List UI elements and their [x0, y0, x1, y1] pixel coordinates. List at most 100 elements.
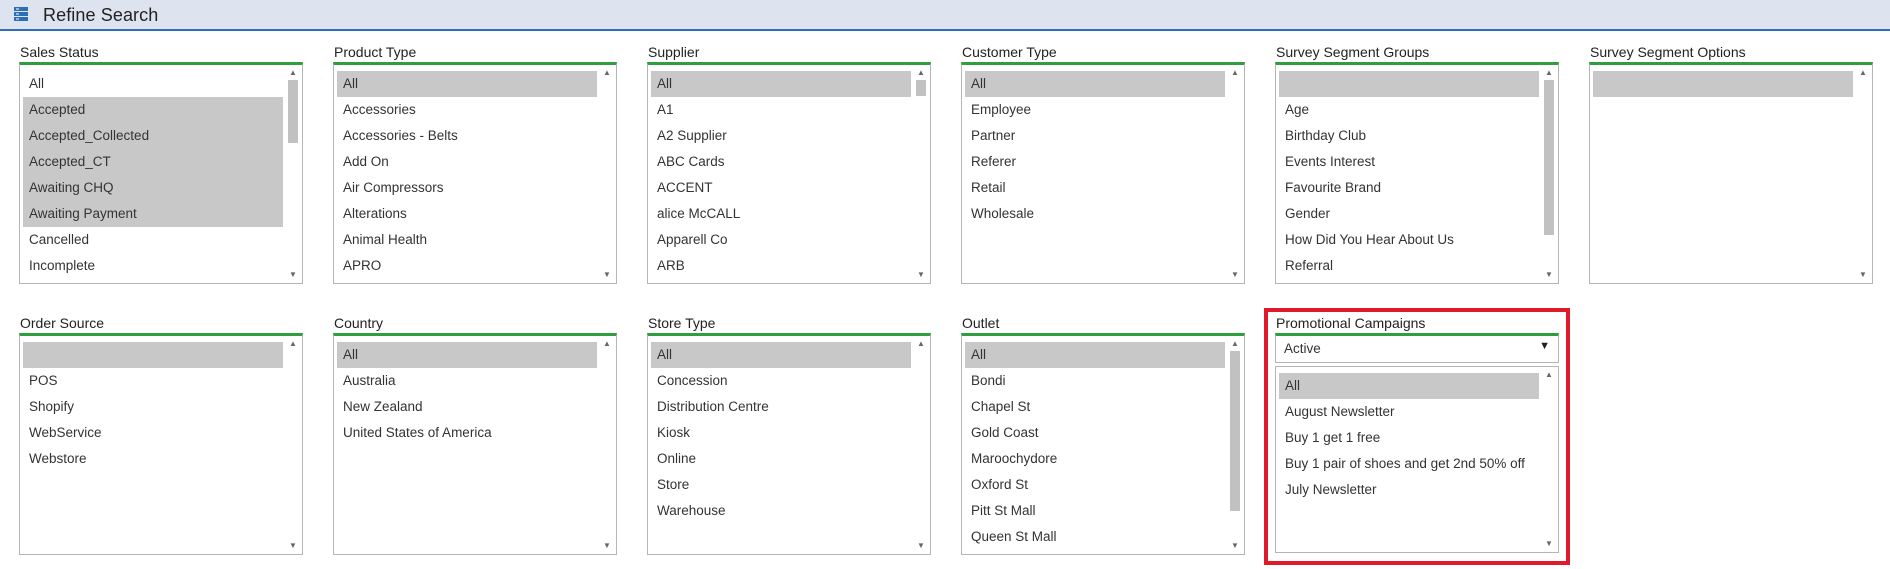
- list-option[interactable]: ABC Cards: [651, 149, 911, 175]
- list-option[interactable]: Add On: [337, 149, 597, 175]
- country-listbox[interactable]: All Australia New Zealand United States of …: [333, 333, 617, 555]
- scroll-up-icon[interactable]: ▲: [1228, 338, 1242, 350]
- scroll-up-icon[interactable]: ▲: [914, 338, 928, 350]
- list-option[interactable]: A1: [651, 97, 911, 123]
- order-source-listbox[interactable]: POS Shopify WebService Webstore ▲ ▼: [19, 333, 303, 555]
- list-option[interactable]: Apparell Co: [651, 227, 911, 253]
- scrollbar-track[interactable]: [1230, 351, 1240, 539]
- list-option[interactable]: Accepted: [23, 97, 283, 123]
- list-option[interactable]: All: [965, 342, 1225, 368]
- list-option[interactable]: Air Compressors: [337, 175, 597, 201]
- list-option[interactable]: August Newsletter: [1279, 399, 1539, 425]
- scroll-down-icon[interactable]: ▼: [600, 540, 614, 552]
- list-option[interactable]: Incomplete: [23, 253, 283, 279]
- list-option[interactable]: Australia: [337, 368, 597, 394]
- sales-status-listbox[interactable]: All Accepted Accepted_Collected Accepted_CT…: [19, 62, 303, 284]
- scrollbar-thumb[interactable]: [1230, 351, 1240, 511]
- scroll-down-icon[interactable]: ▼: [1228, 540, 1242, 552]
- list-option[interactable]: Referral: [1279, 253, 1539, 279]
- scrollbar-track[interactable]: [602, 351, 612, 539]
- list-option[interactable]: Accepted_CT: [23, 149, 283, 175]
- scrollbar[interactable]: ▲ ▼: [600, 338, 614, 552]
- promotional-campaigns-listbox[interactable]: All August Newsletter Buy 1 get 1 free Buy …: [1275, 366, 1559, 553]
- list-option[interactable]: Employee: [965, 97, 1225, 123]
- scrollbar[interactable]: ▲ ▼: [286, 67, 300, 281]
- scrollbar-track[interactable]: [916, 351, 926, 539]
- survey-segment-options-listbox[interactable]: ▲ ▼: [1589, 62, 1873, 284]
- list-option[interactable]: Partner: [965, 123, 1225, 149]
- scroll-up-icon[interactable]: ▲: [914, 67, 928, 79]
- scroll-down-icon[interactable]: ▼: [1856, 269, 1870, 281]
- list-option[interactable]: Store: [651, 472, 911, 498]
- list-option[interactable]: Queen St Mall: [965, 524, 1225, 550]
- scrollbar-track[interactable]: [1858, 80, 1868, 268]
- list-option[interactable]: All: [965, 71, 1225, 97]
- scrollbar[interactable]: ▲ ▼: [600, 67, 614, 281]
- list-option[interactable]: Alterations: [337, 201, 597, 227]
- list-option[interactable]: Oxford St: [965, 472, 1225, 498]
- scroll-up-icon[interactable]: ▲: [1228, 67, 1242, 79]
- list-option[interactable]: ACCENT: [651, 175, 911, 201]
- list-option[interactable]: Maroochydore: [965, 446, 1225, 472]
- scrollbar[interactable]: ▲ ▼: [1856, 67, 1870, 281]
- scroll-down-icon[interactable]: ▼: [1542, 269, 1556, 281]
- scroll-up-icon[interactable]: ▲: [286, 338, 300, 350]
- scroll-down-icon[interactable]: ▼: [600, 269, 614, 281]
- scrollbar-track[interactable]: [1544, 80, 1554, 268]
- scroll-up-icon[interactable]: ▲: [600, 338, 614, 350]
- list-option[interactable]: Pitt St Mall: [965, 498, 1225, 524]
- scroll-down-icon[interactable]: ▼: [286, 540, 300, 552]
- scroll-down-icon[interactable]: ▼: [286, 269, 300, 281]
- list-option[interactable]: APRO: [337, 253, 597, 279]
- list-option[interactable]: Accepted_Collected: [23, 123, 283, 149]
- scrollbar[interactable]: ▲ ▼: [1228, 67, 1242, 281]
- scroll-up-icon[interactable]: ▲: [1542, 67, 1556, 79]
- scrollbar-track[interactable]: [288, 80, 298, 268]
- list-option[interactable]: All: [651, 342, 911, 368]
- list-option[interactable]: [23, 342, 283, 368]
- list-option[interactable]: Kiosk: [651, 420, 911, 446]
- scrollbar-thumb[interactable]: [916, 80, 926, 96]
- list-option[interactable]: Gold Coast: [965, 420, 1225, 446]
- survey-segment-groups-listbox[interactable]: Age Birthday Club Events Interest Favourite…: [1275, 62, 1559, 284]
- list-option[interactable]: All: [1279, 373, 1539, 399]
- scroll-down-icon[interactable]: ▼: [914, 269, 928, 281]
- scroll-up-icon[interactable]: ▲: [1542, 369, 1556, 381]
- list-option[interactable]: POS: [23, 368, 283, 394]
- scrollbar[interactable]: ▲ ▼: [1542, 67, 1556, 281]
- list-option[interactable]: All: [337, 342, 597, 368]
- list-option[interactable]: United States of America: [337, 420, 597, 446]
- list-option[interactable]: Awaiting CHQ: [23, 175, 283, 201]
- scroll-down-icon[interactable]: ▼: [914, 540, 928, 552]
- scrollbar[interactable]: ▲ ▼: [286, 338, 300, 552]
- list-option[interactable]: Awaiting Payment: [23, 201, 283, 227]
- list-option[interactable]: alice McCALL: [651, 201, 911, 227]
- scrollbar[interactable]: ▲ ▼: [914, 338, 928, 552]
- list-option[interactable]: How Did You Hear About Us: [1279, 227, 1539, 253]
- list-option[interactable]: New Zealand: [337, 394, 597, 420]
- supplier-listbox[interactable]: All A1 A2 Supplier ABC Cards ACCENT alice McC…: [647, 62, 931, 284]
- list-option[interactable]: July Newsletter: [1279, 477, 1539, 503]
- list-option[interactable]: All: [23, 71, 283, 97]
- list-option[interactable]: Animal Health: [337, 227, 597, 253]
- campaign-status-select[interactable]: Active ▼: [1275, 333, 1559, 363]
- list-option[interactable]: Webstore: [23, 446, 283, 472]
- list-option[interactable]: Gender: [1279, 201, 1539, 227]
- store-type-listbox[interactable]: All Concession Distribution Centre Kiosk Onl…: [647, 333, 931, 555]
- scrollbar[interactable]: ▲ ▼: [1542, 369, 1556, 550]
- scroll-up-icon[interactable]: ▲: [1856, 67, 1870, 79]
- list-option[interactable]: Chapel St: [965, 394, 1225, 420]
- list-option[interactable]: Distribution Centre: [651, 394, 911, 420]
- list-option[interactable]: Cancelled: [23, 227, 283, 253]
- list-option[interactable]: Buy 1 pair of shoes and get 2nd 50% off: [1279, 451, 1539, 477]
- list-option[interactable]: Retail: [965, 175, 1225, 201]
- list-option[interactable]: Wholesale: [965, 201, 1225, 227]
- scrollbar-track[interactable]: [288, 351, 298, 539]
- list-option[interactable]: Referer: [965, 149, 1225, 175]
- product-type-listbox[interactable]: All Accessories Accessories - Belts Add On A…: [333, 62, 617, 284]
- scrollbar-thumb[interactable]: [1544, 80, 1554, 235]
- scrollbar[interactable]: ▲ ▼: [1228, 338, 1242, 552]
- list-option[interactable]: Concession: [651, 368, 911, 394]
- scrollbar[interactable]: ▲ ▼: [914, 67, 928, 281]
- scroll-down-icon[interactable]: ▼: [1228, 269, 1242, 281]
